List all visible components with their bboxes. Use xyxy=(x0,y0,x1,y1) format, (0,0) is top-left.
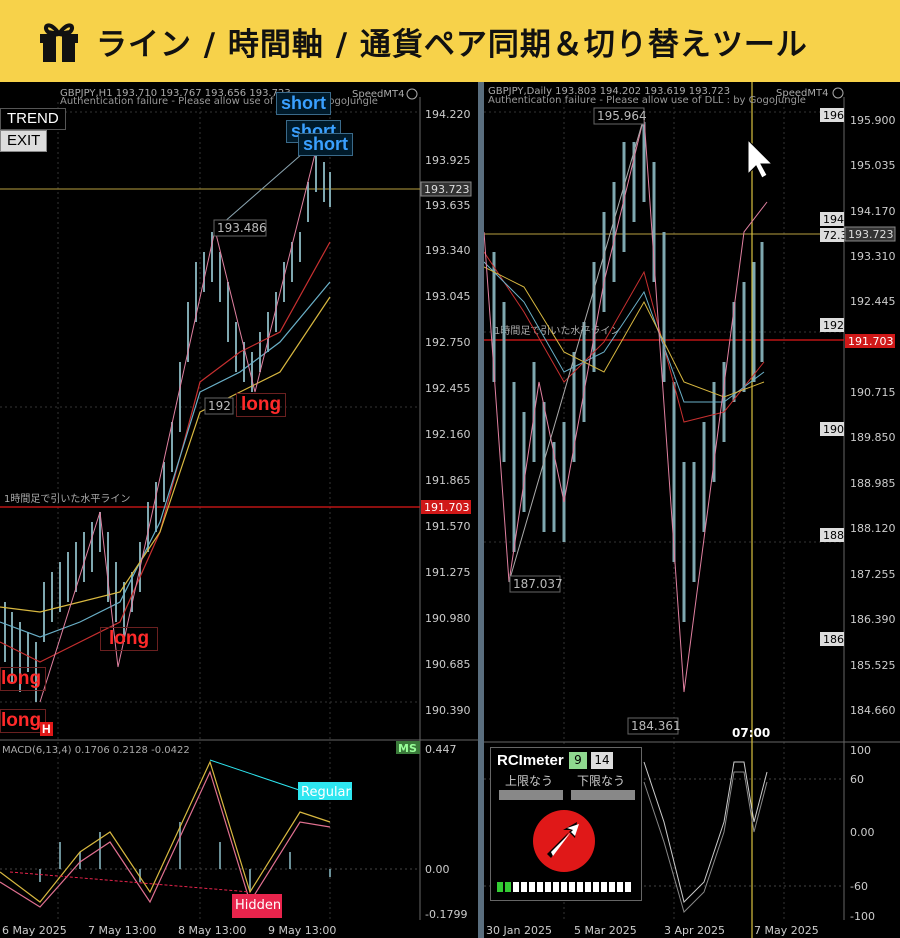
low-label: 184.361 xyxy=(631,719,681,733)
right-current-price: 193.723 xyxy=(848,228,894,241)
right-header-line2: Authentication failure - Please allow us… xyxy=(488,95,806,106)
price-tick: 190.390 xyxy=(425,704,471,717)
upper-label: 上限なう xyxy=(505,774,554,788)
date-tick: 7 May 13:00 xyxy=(88,924,156,937)
date-tick: 8 May 13:00 xyxy=(178,924,246,937)
time-label: 07:00 xyxy=(732,726,770,740)
box-label: 186 xyxy=(823,633,844,646)
price-tick: 186.390 xyxy=(850,613,896,626)
price-tick: 194.170 xyxy=(850,205,896,218)
top-label: 195.964 xyxy=(597,109,647,123)
macd-tick: 0.00 xyxy=(425,863,450,876)
price-tick: 192.455 xyxy=(425,382,471,395)
price-tick: 188.985 xyxy=(850,477,896,490)
left-chart-panel[interactable]: 194.220 193.925 193.635 193.340 193.045 … xyxy=(0,82,478,938)
price-tick: 191.570 xyxy=(425,520,471,533)
left-speed-label: SpeedMT4 xyxy=(352,89,404,100)
price-tick: 195.900 xyxy=(850,114,896,127)
h-marker: H xyxy=(40,722,53,736)
trend-button[interactable]: TREND xyxy=(0,108,66,130)
rci-value-short: 9 xyxy=(569,752,587,769)
date-tick: 7 May 2025 xyxy=(754,924,819,937)
box-label: 188 xyxy=(823,529,844,542)
price-tick: 187.255 xyxy=(850,568,896,581)
date-tick: 30 Jan 2025 xyxy=(486,924,552,937)
price-tick: 192.160 xyxy=(425,428,471,441)
low-label: 187.037 xyxy=(513,577,563,591)
box-label: 192 xyxy=(823,319,844,332)
price-tick: 192.750 xyxy=(425,336,471,349)
hidden-label: Hidden xyxy=(235,898,281,913)
rci-tick: 60 xyxy=(850,773,864,786)
ms-badge[interactable]: MS xyxy=(398,742,417,755)
macd-tick: -0.1799 xyxy=(425,908,467,921)
rci-tick: 0.00 xyxy=(850,826,875,839)
price-tick: 193.635 xyxy=(425,199,471,212)
date-tick: 5 Mar 2025 xyxy=(574,924,637,937)
right-speed-label: SpeedMT4 xyxy=(776,88,828,99)
long-signal: long xyxy=(0,667,47,691)
long-signal: long xyxy=(236,393,287,417)
price-tick: 190.715 xyxy=(850,386,896,399)
short-signal: short xyxy=(276,92,331,115)
macd-title: MACD(6,13,4) 0.1706 0.2128 -0.0422 xyxy=(2,745,190,756)
price-tick: 191.275 xyxy=(425,566,471,579)
low-label: 192 xyxy=(208,399,231,413)
date-tick: 6 May 2025 xyxy=(2,924,67,937)
price-tick: 191.865 xyxy=(425,474,471,487)
price-tick: 190.980 xyxy=(425,612,471,625)
rci-tick: 100 xyxy=(850,744,871,757)
line-price-label: 191.703 xyxy=(424,501,470,514)
price-tick: 193.045 xyxy=(425,290,471,303)
rci-tick: -100 xyxy=(850,910,875,923)
left-chart[interactable]: 194.220 193.925 193.635 193.340 193.045 … xyxy=(0,82,478,938)
rci-meter-widget[interactable]: RCImeter 9 14 上限なう 下限なう xyxy=(490,747,642,901)
right-line-price: 191.703 xyxy=(848,335,894,348)
lower-label: 下限なう xyxy=(577,774,626,788)
date-tick: 3 Apr 2025 xyxy=(664,924,725,937)
box-label: 196 xyxy=(823,109,844,122)
right-hline-label: 1時間足で引いた水平ライン xyxy=(494,325,620,337)
price-tick: 193.310 xyxy=(850,250,896,263)
rci-level-bar xyxy=(497,882,631,892)
rci-tick: -60 xyxy=(850,880,868,893)
price-tick: 189.850 xyxy=(850,431,896,444)
gift-icon xyxy=(40,23,78,62)
up-right-arrow-icon xyxy=(533,810,595,872)
banner-title: ライン / 時間軸 / 通貨ペア同期＆切り替えツール xyxy=(96,26,808,63)
peak-label: 193.486 xyxy=(217,221,267,235)
regular-label: Regular xyxy=(301,785,352,800)
price-tick: 185.525 xyxy=(850,659,896,672)
current-price-label: 193.723 xyxy=(424,183,470,196)
close-icon[interactable] xyxy=(832,87,844,99)
box-label: 72.3 xyxy=(823,229,848,242)
box-label: 194 xyxy=(823,213,844,226)
box-label: 190 xyxy=(823,423,844,436)
upper-bar xyxy=(499,790,563,800)
price-tick: 195.035 xyxy=(850,159,896,172)
long-signal: long xyxy=(100,627,159,651)
price-tick: 184.660 xyxy=(850,704,896,717)
price-tick: 192.445 xyxy=(850,295,896,308)
price-tick: 193.925 xyxy=(425,154,471,167)
price-tick: 193.340 xyxy=(425,244,471,257)
macd-tick: 0.447 xyxy=(425,743,457,756)
lower-bar xyxy=(571,790,635,800)
price-tick: 194.220 xyxy=(425,108,471,121)
rci-title: RCImeter xyxy=(497,752,564,769)
rci-value-long: 14 xyxy=(591,752,613,769)
date-tick: 9 May 13:00 xyxy=(268,924,336,937)
banner: ライン / 時間軸 / 通貨ペア同期＆切り替えツール xyxy=(0,0,900,82)
exit-button[interactable]: EXIT xyxy=(0,130,48,152)
short-signal: short xyxy=(298,133,353,156)
price-tick: 188.120 xyxy=(850,522,896,535)
close-icon[interactable] xyxy=(406,88,418,100)
hline-label: 1時間足で引いた水平ライン xyxy=(4,493,130,505)
price-tick: 190.685 xyxy=(425,658,471,671)
